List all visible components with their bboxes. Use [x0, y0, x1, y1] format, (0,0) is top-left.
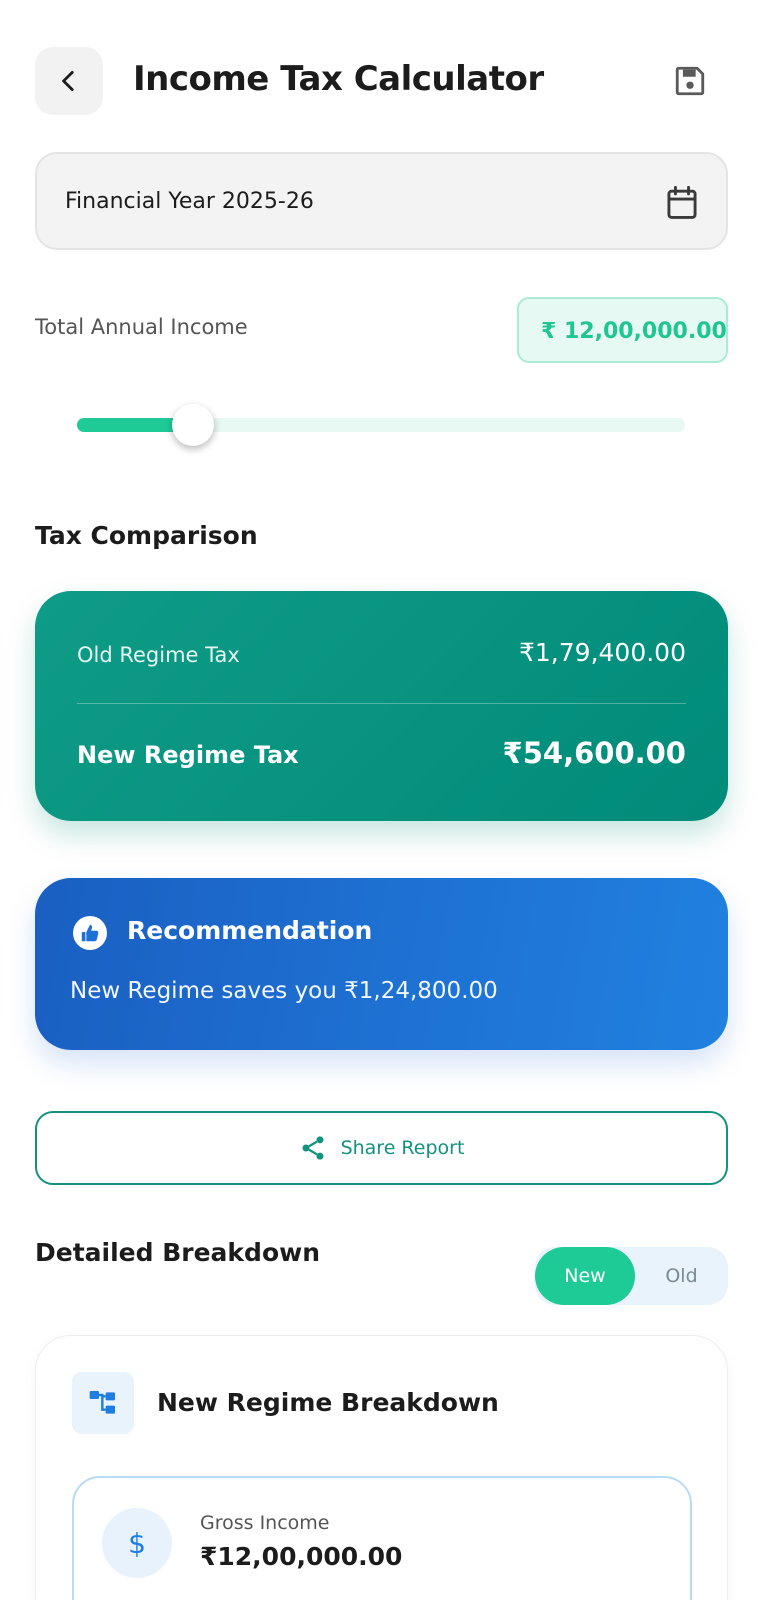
old-regime-value: ₹1,79,400.00: [519, 638, 686, 667]
income-value: ₹ 12,00,000.00: [541, 319, 727, 344]
share-report-button[interactable]: Share Report: [35, 1111, 728, 1185]
detailed-breakdown-heading: Detailed Breakdown: [35, 1238, 321, 1267]
hierarchy-icon: [72, 1372, 134, 1434]
share-report-label: Share Report: [340, 1137, 465, 1159]
tax-comparison-heading: Tax Comparison: [35, 521, 258, 550]
page-title: Income Tax Calculator: [133, 59, 544, 99]
breakdown-card-title: New Regime Breakdown: [157, 1388, 499, 1417]
slider-thumb[interactable]: [171, 404, 214, 446]
gross-income-value: ₹12,00,000.00: [200, 1542, 403, 1571]
old-regime-label: Old Regime Tax: [77, 643, 240, 667]
gross-income-label: Gross Income: [200, 1512, 330, 1534]
recommendation-text: New Regime saves you ₹1,24,800.00: [70, 978, 498, 1004]
dollar-icon: $: [102, 1508, 172, 1578]
chevron-left-icon: [62, 70, 74, 92]
calendar-icon: [667, 186, 697, 219]
new-regime-value: ₹54,600.00: [502, 736, 686, 770]
income-label: Total Annual Income: [35, 315, 248, 339]
thumbs-up-icon: [73, 916, 107, 950]
gross-income-item: $ Gross Income ₹12,00,000.00: [72, 1476, 692, 1600]
divider: [77, 703, 686, 704]
toggle-old[interactable]: Old: [635, 1247, 728, 1305]
recommendation-card: Recommendation New Regime saves you ₹1,2…: [35, 878, 728, 1050]
regime-toggle: New Old: [535, 1247, 728, 1305]
save-button[interactable]: [672, 63, 708, 99]
toggle-new[interactable]: New: [535, 1247, 635, 1305]
income-slider[interactable]: [77, 404, 685, 446]
recommendation-title: Recommendation: [127, 916, 373, 945]
share-icon: [302, 1136, 324, 1160]
breakdown-card: New Regime Breakdown $ Gross Income ₹12,…: [35, 1335, 728, 1600]
income-input[interactable]: ₹ 12,00,000.00: [517, 297, 728, 363]
financial-year-value: Financial Year 2025-26: [65, 189, 314, 214]
app-header: Income Tax Calculator: [35, 47, 728, 115]
tax-comparison-card: Old Regime Tax ₹1,79,400.00 New Regime T…: [35, 591, 728, 821]
back-button[interactable]: [35, 47, 103, 115]
floppy-disk-icon: [675, 66, 705, 96]
new-regime-label: New Regime Tax: [77, 741, 299, 769]
financial-year-selector[interactable]: Financial Year 2025-26: [35, 152, 728, 250]
